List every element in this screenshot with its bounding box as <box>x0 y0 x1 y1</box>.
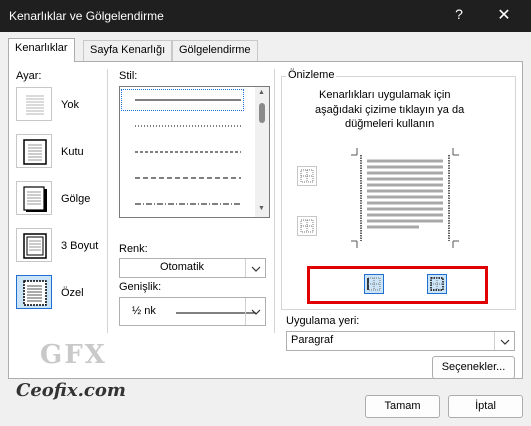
setting-none-button[interactable] <box>16 87 52 121</box>
style-list[interactable]: ▲ ▼ <box>119 86 270 218</box>
style-label: Stil: <box>119 70 138 82</box>
bottom-border-button[interactable] <box>297 216 317 236</box>
none-setting-icon <box>26 95 44 115</box>
column-divider-left <box>107 69 108 333</box>
color-label: Renk: <box>119 243 148 255</box>
preview-instruction-2: aşağıdaki çizime tıklayın ya da <box>315 104 465 116</box>
cancel-button[interactable]: İptal <box>448 395 523 418</box>
setting-shadow-label: Gölge <box>61 193 91 205</box>
apply-to-label: Uygulama yeri: <box>286 315 360 327</box>
window-title: Kenarlıklar ve Gölgelendirme <box>9 9 164 23</box>
title-bar: Kenarlıklar ve Gölgelendirme ? ✕ <box>0 0 531 32</box>
apply-to-value: Paragraf <box>291 334 334 346</box>
tab-page-border[interactable]: Sayfa Kenarlığı <box>83 40 173 61</box>
highlight-box <box>307 266 488 304</box>
preview-label: Önizleme <box>286 69 337 81</box>
custom-setting-icon <box>23 280 47 306</box>
watermark: GFX Ceofix.com <box>12 340 126 412</box>
watermark-site: Ceofix.com <box>16 380 126 401</box>
tab-borders[interactable]: Kenarlıklar <box>8 38 75 62</box>
preview-instruction-3: düğmeleri kullanın <box>345 118 435 130</box>
setting-3d-label: 3 Boyut <box>61 240 99 252</box>
help-button[interactable]: ? <box>452 6 466 22</box>
ok-button[interactable]: Tamam <box>365 395 440 418</box>
watermark-logo: GFX <box>40 340 107 370</box>
color-dropdown[interactable]: Otomatik <box>119 258 266 278</box>
box-setting-icon <box>23 139 47 165</box>
style-lines <box>135 99 241 205</box>
preview-diagram[interactable] <box>339 143 469 253</box>
chevron-down-icon <box>251 266 261 272</box>
close-button[interactable]: ✕ <box>496 5 512 25</box>
setting-3d-button[interactable] <box>16 228 52 262</box>
3d-setting-icon <box>23 233 47 259</box>
column-divider-right <box>274 69 275 333</box>
color-value: Otomatik <box>160 261 205 273</box>
settings-label: Ayar: <box>16 70 42 82</box>
chevron-down-icon <box>500 339 510 345</box>
setting-box-label: Kutu <box>61 146 84 158</box>
preview-instruction-1: Kenarlıkları uygulamak için <box>319 89 451 101</box>
top-border-button[interactable] <box>297 166 317 186</box>
scroll-down-icon[interactable]: ▼ <box>258 205 265 212</box>
width-dropdown-arrow[interactable] <box>245 298 265 325</box>
options-button[interactable]: Seçenekler... <box>432 356 515 379</box>
width-dropdown[interactable]: ½ nk <box>119 297 266 326</box>
bottom-border-icon <box>300 219 314 233</box>
scroll-up-icon[interactable]: ▲ <box>258 89 265 96</box>
tab-shading[interactable]: Gölgelendirme <box>172 40 258 61</box>
width-label: Genişlik: <box>119 281 162 293</box>
setting-box-button[interactable] <box>16 134 52 168</box>
setting-shadow-button[interactable] <box>16 181 52 215</box>
apply-to-dropdown-arrow[interactable] <box>494 332 514 350</box>
color-dropdown-arrow[interactable] <box>245 259 265 277</box>
setting-custom-label: Özel <box>61 287 84 299</box>
setting-custom-button[interactable] <box>16 275 52 309</box>
style-scrollbar[interactable]: ▲ ▼ <box>255 87 269 217</box>
width-value: ½ nk <box>132 305 156 317</box>
chevron-down-icon <box>251 309 261 315</box>
width-sample-line <box>176 312 256 314</box>
apply-to-dropdown[interactable]: Paragraf <box>286 331 515 351</box>
setting-none-label: Yok <box>61 99 79 111</box>
top-border-icon <box>300 169 314 183</box>
scrollbar-thumb[interactable] <box>259 103 265 123</box>
shadow-setting-icon <box>23 186 47 212</box>
